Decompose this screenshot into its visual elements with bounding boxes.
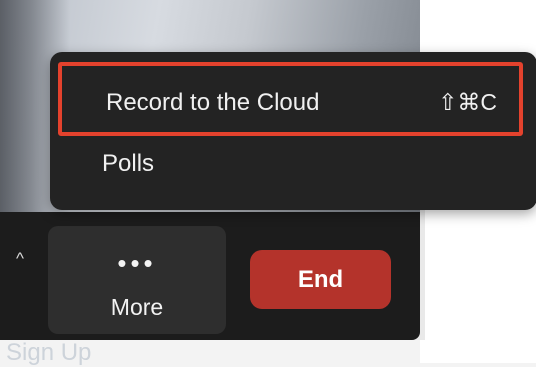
- menu-item-label: Record to the Cloud: [106, 89, 320, 116]
- chevron-up-icon[interactable]: ^: [13, 250, 27, 267]
- more-button[interactable]: ••• More: [48, 226, 226, 334]
- end-button[interactable]: End: [250, 250, 391, 309]
- keyboard-shortcut: ⇧⌘C: [438, 89, 497, 115]
- more-menu: Record to the Cloud ⇧⌘C Polls: [50, 52, 536, 210]
- more-icon: •••: [117, 248, 157, 278]
- menu-item-record-to-cloud[interactable]: Record to the Cloud ⇧⌘C: [58, 62, 523, 136]
- menu-item-polls[interactable]: Polls: [102, 150, 154, 178]
- more-label: More: [110, 294, 164, 320]
